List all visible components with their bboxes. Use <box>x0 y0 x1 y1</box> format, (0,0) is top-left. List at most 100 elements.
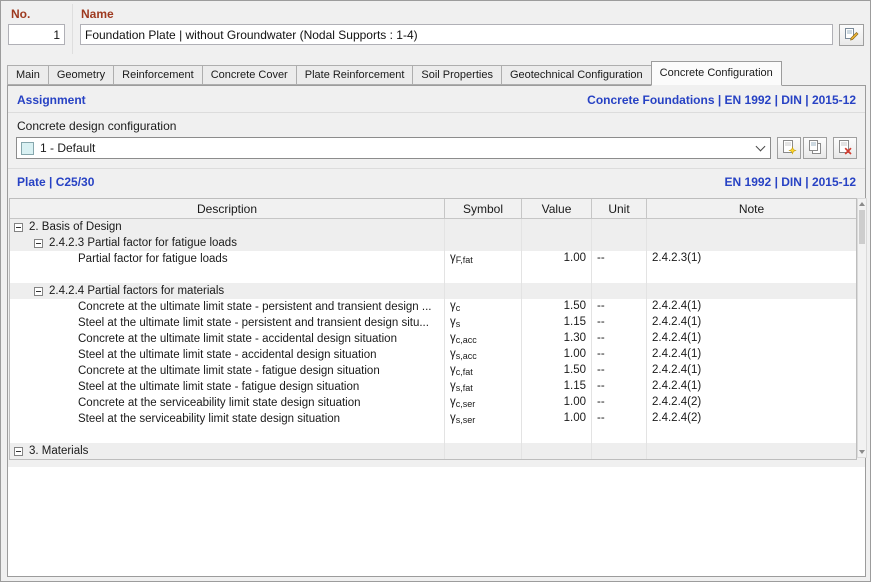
cell-note: 2.4.2.4(1) <box>652 380 702 392</box>
cell-unit <box>592 443 647 459</box>
cell-value <box>522 219 592 235</box>
tab-concrete-cover[interactable]: Concrete Cover <box>201 65 297 85</box>
new-config-button[interactable] <box>777 137 801 159</box>
scroll-up-icon[interactable] <box>858 199 866 209</box>
cell-note <box>647 443 856 459</box>
tab-concrete-configuration[interactable]: Concrete Configuration <box>650 61 782 86</box>
table-group-row[interactable]: 2.4.2.4 Partial factors for materials <box>10 283 856 299</box>
table-group-row[interactable]: 2.4.2.3 Partial factor for fatigue loads <box>10 235 856 251</box>
cell-note: 2.4.2.4(1) <box>652 332 702 344</box>
cell-description: Concrete at the ultimate limit state - p… <box>10 299 445 315</box>
cell-description: Partial factor for fatigue loads <box>10 251 445 267</box>
cell-note <box>647 427 856 443</box>
cell-description: Concrete at the serviceability limit sta… <box>10 395 445 411</box>
header-divider <box>72 4 73 54</box>
concrete-configuration-panel: Assignment Concrete Foundations | EN 199… <box>7 85 867 577</box>
cell-value[interactable]: 1.00 <box>522 347 592 363</box>
scrollbar-thumb[interactable] <box>859 210 865 244</box>
cell-note <box>647 235 856 251</box>
cell-value[interactable]: 1.15 <box>522 315 592 331</box>
table-row[interactable]: Steel at the ultimate limit state - pers… <box>10 315 856 331</box>
tab-plate-reinforcement[interactable]: Plate Reinforcement <box>295 65 414 85</box>
group-label: 3. Materials <box>29 444 89 457</box>
cell-note: 2.4.2.4(1) <box>652 300 702 312</box>
collapse-toggle-icon[interactable] <box>34 238 43 248</box>
cell-description: 3. Materials <box>10 443 445 459</box>
table-row[interactable]: Concrete at the serviceability limit sta… <box>10 395 856 411</box>
cell-value <box>522 443 592 459</box>
table-row[interactable]: Concrete at the ultimate limit state - p… <box>10 299 856 315</box>
cell-description <box>10 267 445 283</box>
collapse-toggle-icon[interactable] <box>14 446 23 456</box>
cell-unit: -- <box>592 331 647 347</box>
cell-symbol: γs,acc <box>445 347 522 363</box>
config-combobox[interactable]: 1 - Default <box>16 137 771 159</box>
table-group-row[interactable]: 3. Materials <box>10 443 856 459</box>
group-label: 2. Basis of Design <box>29 220 122 233</box>
table-spacer-row <box>10 427 856 443</box>
table-row[interactable]: Steel at the ultimate limit state - fati… <box>10 379 856 395</box>
cell-note: 2.4.2.4(1) <box>652 316 702 328</box>
no-input[interactable] <box>8 24 65 45</box>
cell-value[interactable]: 1.00 <box>522 395 592 411</box>
config-label: Concrete design configuration <box>17 119 177 133</box>
cell-description: 2. Basis of Design <box>10 219 445 235</box>
scroll-down-icon[interactable] <box>858 447 866 457</box>
section-separator <box>8 168 865 169</box>
cell-note: 2.4.2.4(2) <box>652 412 702 424</box>
vertical-scrollbar[interactable] <box>857 198 867 458</box>
cell-description <box>10 427 445 443</box>
tab-geometry[interactable]: Geometry <box>47 65 115 85</box>
assignment-separator <box>8 112 865 113</box>
table-row[interactable]: Steel at the serviceability limit state … <box>10 411 856 427</box>
tab-main[interactable]: Main <box>7 65 49 85</box>
cell-value[interactable]: 1.00 <box>522 251 592 267</box>
cell-symbol <box>445 219 522 235</box>
assignment-standard: Concrete Foundations | EN 1992 | DIN | 2… <box>587 93 856 107</box>
tab-soil-properties[interactable]: Soil Properties <box>412 65 502 85</box>
cell-symbol: γs,fat <box>445 379 522 395</box>
group-label: 2.4.2.3 Partial factor for fatigue loads <box>49 236 237 249</box>
delete-config-button[interactable] <box>833 137 857 159</box>
table-group-row[interactable]: 2. Basis of Design <box>10 219 856 235</box>
assignment-title: Assignment <box>17 93 86 107</box>
cell-value[interactable]: 1.15 <box>522 379 592 395</box>
cell-value[interactable]: 1.50 <box>522 363 592 379</box>
edit-name-button[interactable] <box>839 24 864 46</box>
table-row[interactable]: Steel at the ultimate limit state - acci… <box>10 347 856 363</box>
cell-unit <box>592 427 647 443</box>
config-value: 1 - Default <box>40 141 96 155</box>
collapse-toggle-icon[interactable] <box>34 286 43 296</box>
table-header: Description Symbol Value Unit Note <box>10 199 856 219</box>
cell-unit: -- <box>592 363 647 379</box>
cell-unit: -- <box>592 411 647 427</box>
cell-unit: -- <box>592 299 647 315</box>
cell-unit: -- <box>592 251 647 267</box>
table-row[interactable]: Concrete at the ultimate limit state - f… <box>10 363 856 379</box>
details-panel <box>8 467 865 576</box>
collapse-toggle-icon[interactable] <box>14 222 23 232</box>
column-header-note: Note <box>738 201 765 216</box>
name-label: Name <box>81 7 114 21</box>
tab-reinforcement[interactable]: Reinforcement <box>113 65 203 85</box>
cell-value[interactable]: 1.00 <box>522 411 592 427</box>
cell-description: Concrete at the ultimate limit state - a… <box>10 331 445 347</box>
pencil-icon <box>844 26 859 44</box>
cell-note: 2.4.2.4(2) <box>652 396 702 408</box>
no-label: No. <box>11 7 31 21</box>
cell-unit <box>592 283 647 299</box>
copy-config-button[interactable] <box>803 137 827 159</box>
cell-value[interactable]: 1.30 <box>522 331 592 347</box>
table-row[interactable]: Partial factor for fatigue loads γF,fat 1.… <box>10 251 856 267</box>
name-input[interactable] <box>80 24 833 45</box>
copy-document-icon <box>807 139 823 158</box>
cell-value[interactable]: 1.50 <box>522 299 592 315</box>
tab-geotechnical-configuration[interactable]: Geotechnical Configuration <box>500 65 652 85</box>
cell-unit <box>592 235 647 251</box>
cell-description: 2.4.2.3 Partial factor for fatigue loads <box>10 235 445 251</box>
cell-note <box>647 267 856 283</box>
cell-symbol: γc,acc <box>445 331 522 347</box>
cell-unit <box>592 267 647 283</box>
cell-symbol: γc,ser <box>445 395 522 411</box>
table-row[interactable]: Concrete at the ultimate limit state - a… <box>10 331 856 347</box>
